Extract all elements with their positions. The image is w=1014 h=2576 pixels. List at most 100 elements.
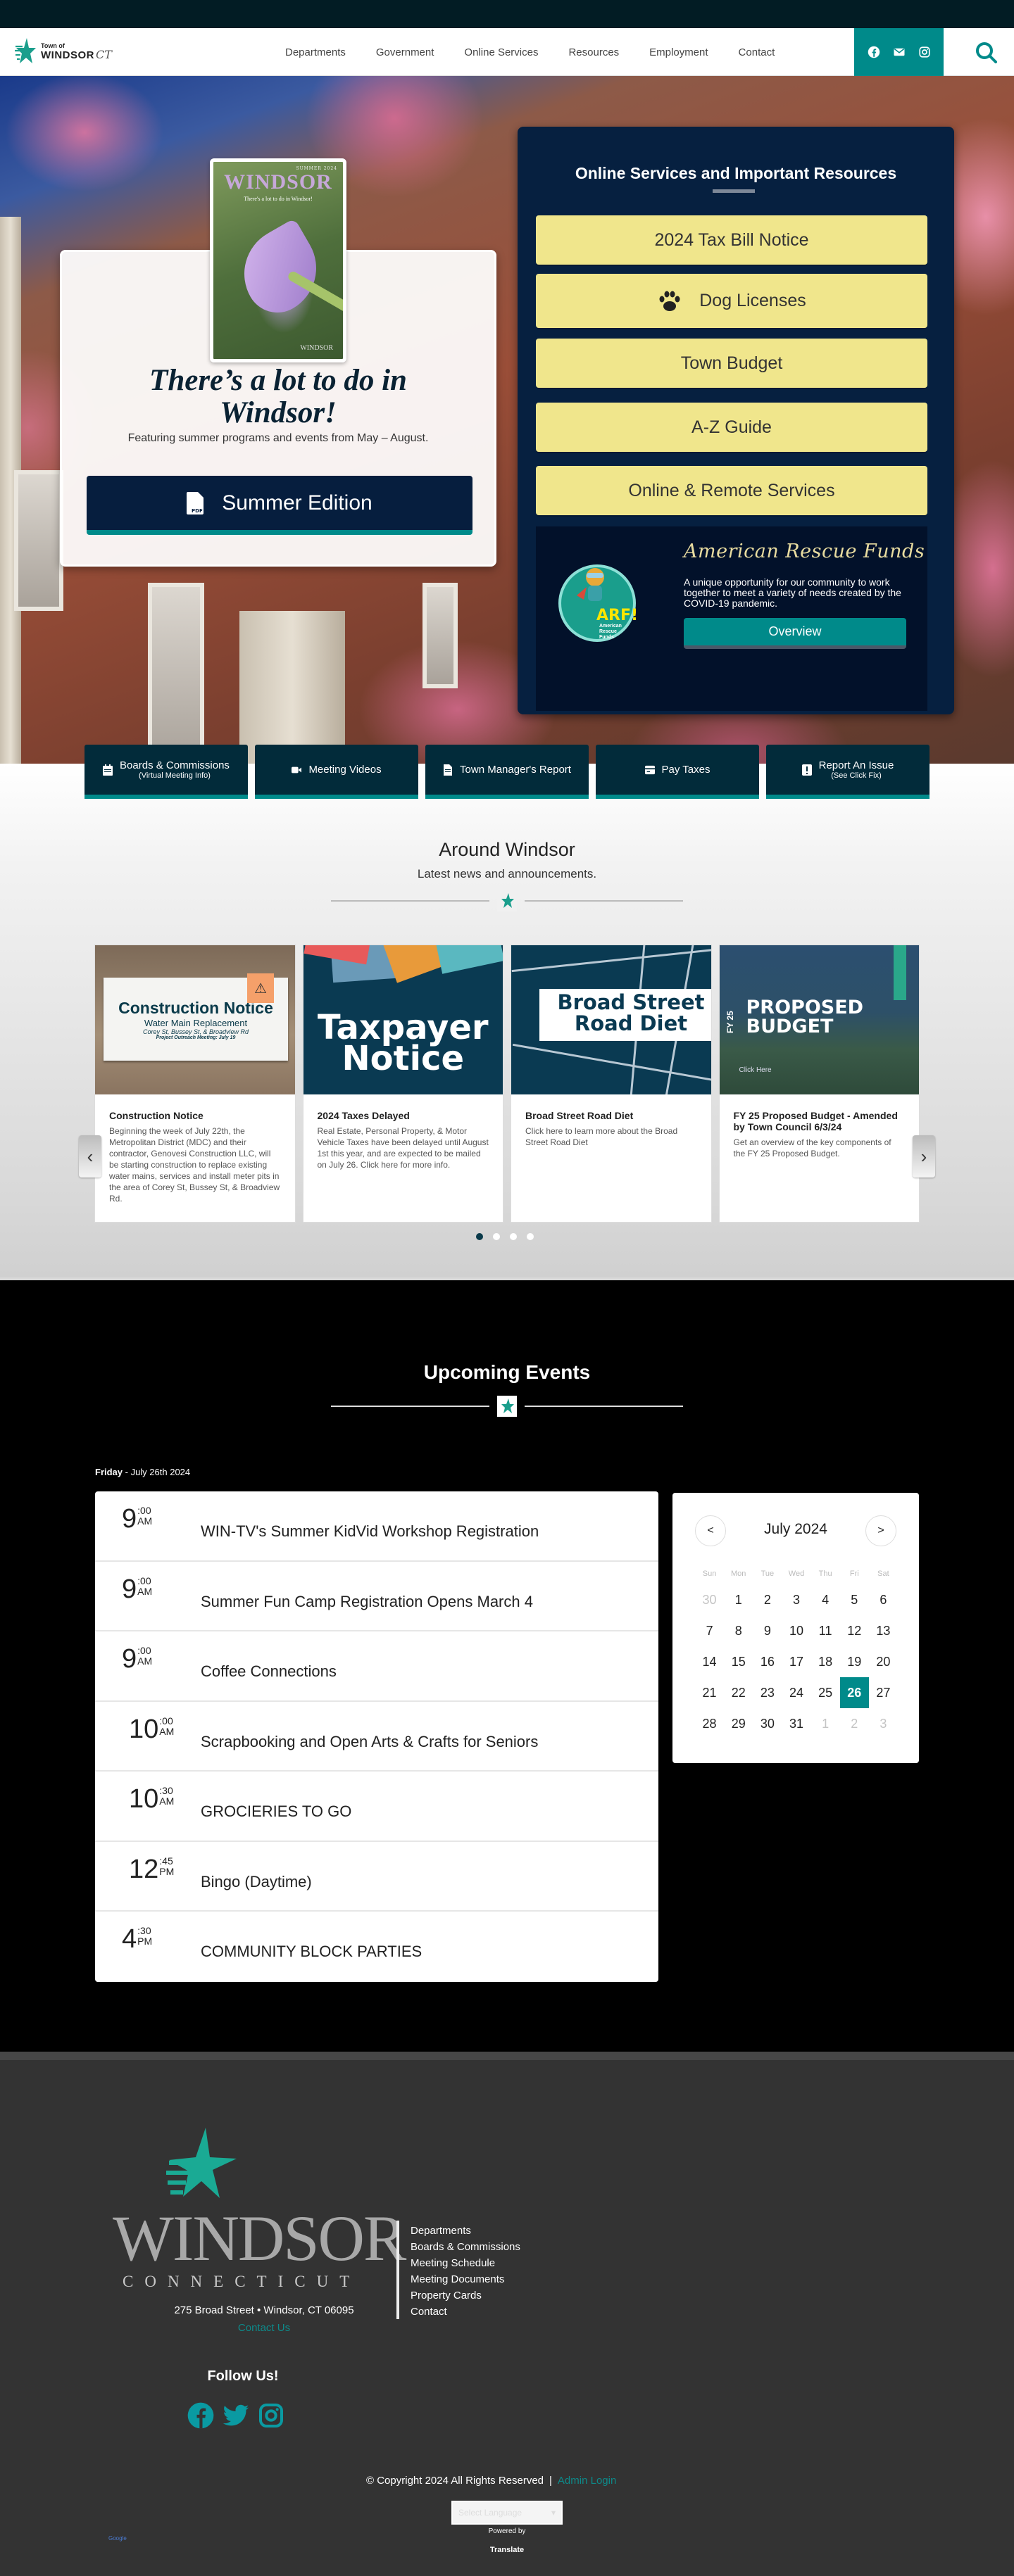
admin-login-link[interactable]: Admin Login: [558, 2475, 616, 2487]
calendar-day[interactable]: 10: [782, 1615, 810, 1646]
footer-logo[interactable]: WINDSOR CONNECTICUT: [113, 2123, 406, 2290]
news-card[interactable]: Taxpayer Notice 2024 Taxes Delayed Real …: [302, 945, 503, 1223]
calendar-day[interactable]: 9: [753, 1615, 782, 1646]
calendar-day[interactable]: 27: [869, 1677, 898, 1708]
search-icon[interactable]: [974, 40, 999, 65]
calendar-day[interactable]: 7: [695, 1615, 724, 1646]
online-remote-services-button[interactable]: Online & Remote Services: [536, 466, 927, 515]
calendar-day[interactable]: 11: [811, 1615, 840, 1646]
email-icon[interactable]: [893, 46, 906, 58]
dog-licenses-button[interactable]: Dog Licenses: [536, 274, 927, 328]
nav-government[interactable]: Government: [376, 46, 434, 58]
quick-link-meeting-videos[interactable]: Meeting Videos: [255, 745, 418, 799]
calendar-day[interactable]: 8: [724, 1615, 753, 1646]
event-time-detail: :00 AM: [137, 1575, 152, 1597]
quick-link-pay-taxes[interactable]: Pay Taxes: [596, 745, 759, 799]
town-logo[interactable]: Town of WINDSOR CT: [13, 37, 112, 68]
nav-departments[interactable]: Departments: [285, 46, 346, 58]
carousel-dot[interactable]: [476, 1233, 483, 1240]
calendar-day[interactable]: 20: [869, 1646, 898, 1677]
footer-link-meeting-schedule[interactable]: Meeting Schedule: [411, 2256, 520, 2271]
carousel-dot[interactable]: [493, 1233, 500, 1240]
facebook-icon[interactable]: [187, 2401, 215, 2430]
event-title: Scrapbooking and Open Arts & Crafts for …: [201, 1732, 539, 1750]
event-row[interactable]: 10:30 AM GROCIERIES TO GO: [95, 1772, 658, 1842]
nav-employment[interactable]: Employment: [649, 46, 708, 58]
tax-bill-notice-button[interactable]: 2024 Tax Bill Notice: [536, 215, 927, 265]
quick-link-sub: (See Click Fix): [831, 771, 882, 780]
calendar-day[interactable]: 6: [869, 1584, 898, 1615]
event-row[interactable]: 9:00 AM Coffee Connections: [95, 1631, 658, 1702]
instagram-icon[interactable]: [257, 2401, 285, 2430]
calendar-day-selected[interactable]: 26: [839, 1677, 869, 1708]
news-card[interactable]: Construction Notice Water Main Replaceme…: [94, 945, 296, 1223]
calendar-day[interactable]: 2: [753, 1584, 782, 1615]
event-row[interactable]: 9:00 AM WIN-TV's Summer KidVid Workshop Re…: [95, 1491, 658, 1562]
facebook-icon[interactable]: [868, 46, 880, 58]
instagram-icon[interactable]: [918, 46, 931, 58]
calendar-day[interactable]: 25: [811, 1677, 840, 1708]
event-row[interactable]: 9:00 AM Summer Fun Camp Registration Opens…: [95, 1562, 658, 1631]
calendar-day[interactable]: 1: [811, 1708, 840, 1739]
footer-link-boards-commissions[interactable]: Boards & Commissions: [411, 2240, 520, 2254]
twitter-icon[interactable]: [222, 2401, 250, 2430]
calendar-day[interactable]: 15: [724, 1646, 753, 1677]
services-title-underline: [713, 189, 755, 193]
hero-bg-window: [423, 583, 458, 688]
calendar-day[interactable]: 24: [782, 1677, 810, 1708]
quick-link-town-managers-report[interactable]: Town Manager's Report: [425, 745, 589, 799]
powered-by-text: Powered by: [488, 2527, 526, 2535]
calendar-day[interactable]: 2: [840, 1708, 869, 1739]
carousel-prev-button[interactable]: ‹: [79, 1135, 101, 1177]
event-hour: 10: [129, 1784, 159, 1814]
calendar-day[interactable]: 3: [782, 1584, 810, 1615]
footer-link-property-cards[interactable]: Property Cards: [411, 2288, 520, 2303]
language-select[interactable]: Select Language ▾: [451, 2501, 563, 2525]
calendar-day[interactable]: 17: [782, 1646, 810, 1677]
calendar-day[interactable]: 21: [695, 1677, 724, 1708]
calendar-day[interactable]: 16: [753, 1646, 782, 1677]
footer-link-contact[interactable]: Contact: [411, 2304, 520, 2319]
calendar-day[interactable]: 30: [695, 1584, 724, 1615]
carousel-next-button[interactable]: ›: [913, 1135, 935, 1177]
footer-link-meeting-documents[interactable]: Meeting Documents: [411, 2272, 520, 2287]
calendar-day[interactable]: 5: [840, 1584, 869, 1615]
carousel-dot[interactable]: [510, 1233, 517, 1240]
summer-edition-button[interactable]: PDF Summer Edition: [87, 476, 472, 535]
event-row[interactable]: 12:45 PM Bingo (Daytime): [95, 1842, 658, 1912]
calendar-day[interactable]: 19: [840, 1646, 869, 1677]
nav-contact[interactable]: Contact: [739, 46, 775, 58]
calendar-day[interactable]: 14: [695, 1646, 724, 1677]
calendar-day[interactable]: 1: [724, 1584, 753, 1615]
event-row[interactable]: 10:00 AM Scrapbooking and Open Arts & Craf…: [95, 1702, 658, 1772]
calendar-day[interactable]: 29: [724, 1708, 753, 1739]
event-list: 9:00 AM WIN-TV's Summer KidVid Workshop Re…: [95, 1491, 658, 1982]
quick-link-boards-commissions[interactable]: Boards & Commissions (Virtual Meeting Inf…: [84, 745, 248, 799]
calendar-day[interactable]: 28: [695, 1708, 724, 1739]
calendar-day[interactable]: 22: [724, 1677, 753, 1708]
divider-star: [497, 1396, 517, 1417]
arf-overview-button[interactable]: Overview: [684, 618, 906, 649]
a-z-guide-button[interactable]: A-Z Guide: [536, 403, 927, 452]
calendar-day[interactable]: 4: [811, 1584, 840, 1615]
footer-link-departments[interactable]: Departments: [411, 2223, 520, 2238]
nav-resources[interactable]: Resources: [568, 46, 619, 58]
event-row[interactable]: 4:30 PM COMMUNITY BLOCK PARTIES: [95, 1912, 658, 1982]
carousel-dot[interactable]: [527, 1233, 534, 1240]
news-card[interactable]: FY 25 PROPOSED BUDGET Click Here FY 25 P…: [718, 945, 920, 1223]
calendar-day[interactable]: 12: [840, 1615, 869, 1646]
nav-online-services[interactable]: Online Services: [464, 46, 538, 58]
news-card[interactable]: Broad Street Road Diet Broad Street Road…: [511, 945, 712, 1223]
calendar-next-button[interactable]: >: [865, 1515, 896, 1546]
magazine-cover[interactable]: SUMMER 2024 WINDSOR There's a lot to do …: [210, 158, 346, 362]
calendar-day[interactable]: 30: [753, 1708, 782, 1739]
calendar-day[interactable]: 3: [869, 1708, 898, 1739]
town-budget-button[interactable]: Town Budget: [536, 339, 927, 388]
calendar-day[interactable]: 13: [869, 1615, 898, 1646]
calendar-day[interactable]: 18: [811, 1646, 840, 1677]
quick-link-report-issue[interactable]: Report An Issue (See Click Fix): [766, 745, 930, 799]
calendar-day[interactable]: 31: [782, 1708, 810, 1739]
calendar-day[interactable]: 23: [753, 1677, 782, 1708]
pdf-file-icon: PDF: [187, 491, 204, 514]
footer-contact-link[interactable]: Contact Us: [113, 2322, 415, 2334]
